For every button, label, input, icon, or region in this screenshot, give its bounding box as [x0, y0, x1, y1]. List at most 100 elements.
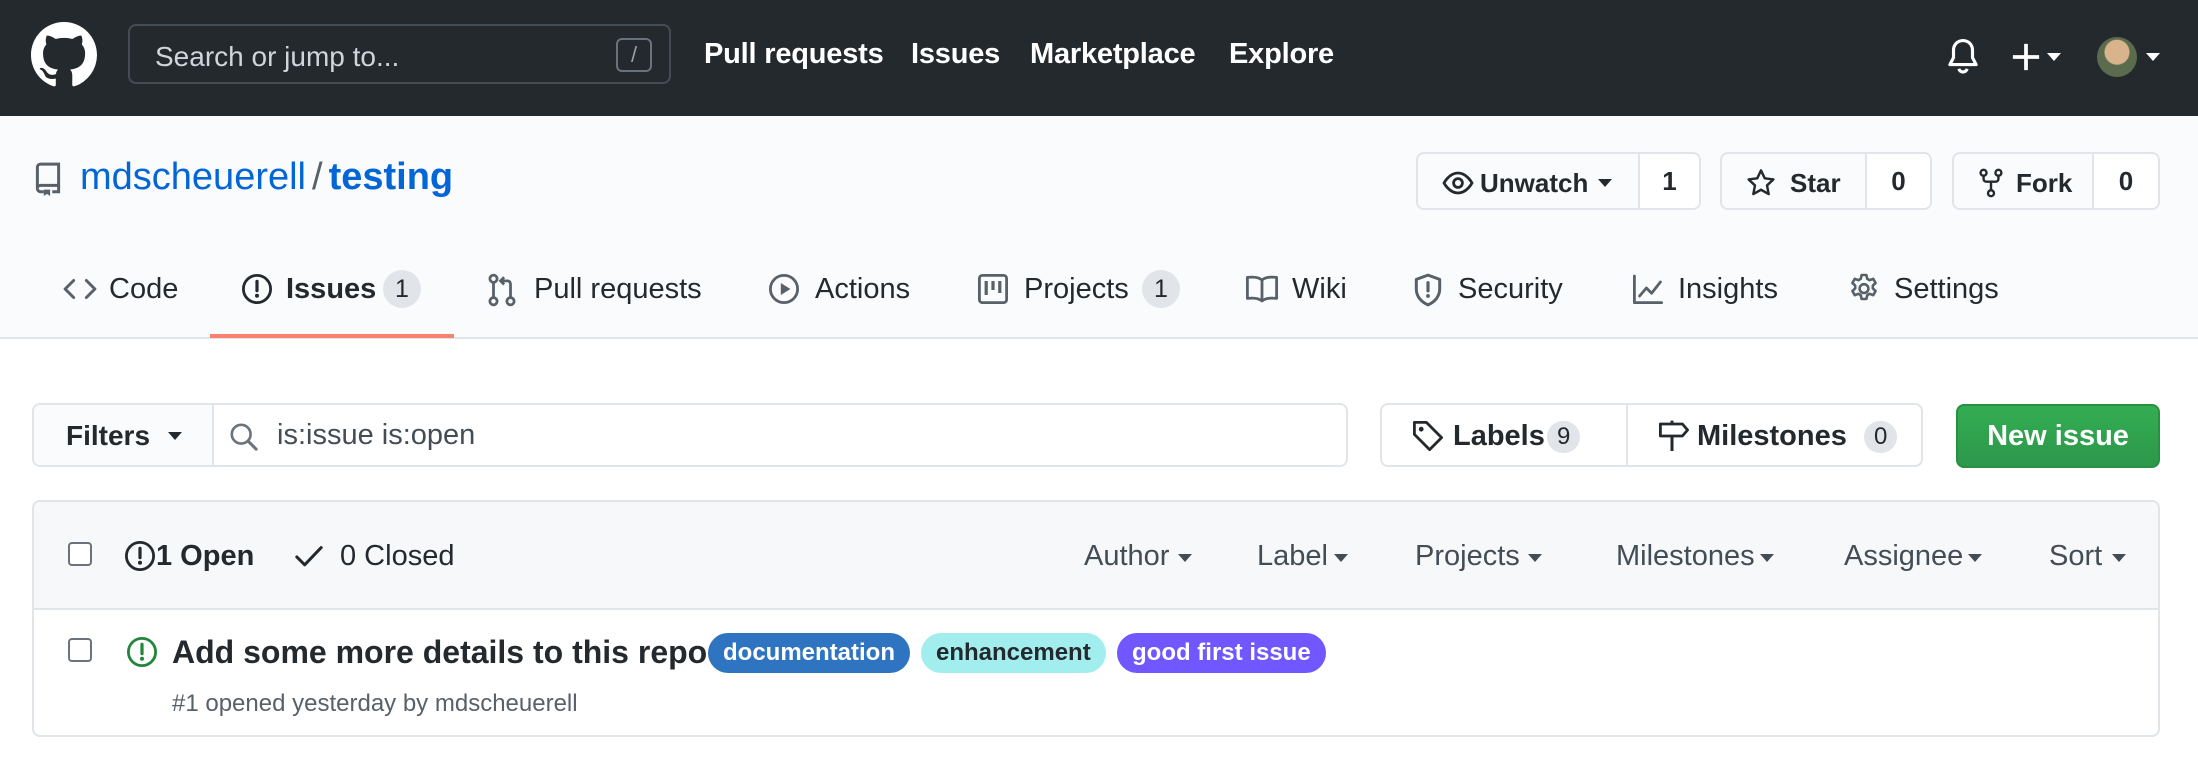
user-avatar[interactable] [2097, 37, 2137, 77]
milestones-chevron-down-icon [1760, 554, 1774, 562]
plus-icon[interactable] [2011, 42, 2041, 72]
milestones-count: 0 [1864, 421, 1898, 453]
tab-label: Actions [815, 273, 911, 305]
repo-forked-icon [1979, 168, 2003, 198]
create-menu-chevron-down-icon[interactable] [2047, 53, 2061, 61]
issue-label[interactable]: documentation [708, 633, 910, 673]
tab-label: Security [1458, 273, 1563, 305]
selected-tab-indicator [210, 334, 454, 338]
global-search-input[interactable]: Search or jump to... / [128, 24, 671, 84]
select-all-checkbox[interactable] [68, 542, 92, 566]
issue-label[interactable]: good first issue [1117, 633, 1326, 673]
menu-label: Milestones [1616, 540, 1755, 572]
github-logo-icon[interactable] [31, 22, 97, 88]
eye-icon [1442, 171, 1474, 195]
project-icon [978, 274, 1009, 305]
projects-chevron-down-icon [1528, 554, 1542, 562]
issues-list-header: 1 Open 0 Closed Author Label Projects Mi… [34, 502, 2158, 610]
stargazers-count[interactable]: 0 [1867, 154, 1930, 208]
tab-counter: 1 [383, 270, 421, 308]
author-filter-menu[interactable]: Author [1084, 540, 1169, 573]
repo-breadcrumb: mdscheuerell / testing [80, 156, 453, 199]
issue-opened-icon [241, 273, 273, 305]
labels-link[interactable]: Labels 9 [1382, 405, 1626, 465]
play-icon [768, 273, 800, 305]
book-icon [1246, 275, 1278, 303]
watch-chevron-down-icon [1598, 179, 1612, 187]
filters-label: Filters [66, 420, 151, 451]
star-icon [1747, 169, 1775, 196]
tab-label: Issues [286, 273, 377, 305]
labels-milestones-group: Labels 9 Milestones 0 [1380, 403, 1923, 467]
star-button[interactable]: Star [1722, 154, 1867, 208]
assignee-chevron-down-icon [1968, 554, 1982, 562]
tab-label: Settings [1894, 273, 1999, 305]
fork-button-group: Fork 0 [1952, 152, 2160, 210]
menu-label: Author [1084, 540, 1170, 572]
issue-opened-icon [124, 540, 156, 572]
git-pull-request-icon [488, 273, 516, 307]
global-header: Search or jump to... / Pull requests Iss… [0, 0, 2198, 116]
issue-label[interactable]: enhancement [921, 633, 1106, 673]
issue-select-checkbox[interactable] [68, 638, 92, 662]
fork-label: Fork [2016, 168, 2073, 198]
watchers-count[interactable]: 1 [1640, 154, 1699, 208]
repo-icon [35, 162, 61, 196]
unwatch-label: Unwatch [1480, 168, 1589, 198]
tab-label: Wiki [1292, 273, 1347, 305]
bell-icon[interactable] [1946, 38, 1980, 76]
projects-filter-menu[interactable]: Projects [1415, 540, 1520, 573]
issue-opened-icon [126, 636, 158, 668]
open-issues-filter[interactable]: 1 Open [156, 540, 254, 573]
gear-icon [1851, 273, 1877, 301]
label-filter-menu[interactable]: Label [1257, 540, 1328, 573]
user-menu-chevron-down-icon[interactable] [2146, 53, 2160, 61]
issue-filter-bar: Filters is:issue is:open [32, 403, 1348, 467]
repo-owner-link[interactable]: mdscheuerell [80, 156, 306, 198]
tab-label: Pull requests [534, 273, 702, 305]
watch-button-group: Unwatch 1 [1416, 152, 1701, 210]
search-placeholder: Search or jump to... [155, 41, 400, 72]
nav-pull-requests[interactable]: Pull requests [704, 38, 884, 71]
nav-explore[interactable]: Explore [1229, 38, 1334, 71]
menu-label: Sort [2049, 540, 2103, 572]
fork-button[interactable]: Fork [1954, 154, 2094, 208]
milestone-icon [1659, 420, 1689, 451]
nav-issues[interactable]: Issues [911, 38, 1000, 71]
menu-label: Assignee [1844, 540, 1964, 572]
sort-menu[interactable]: Sort [2049, 540, 2102, 573]
new-issue-button[interactable]: New issue [1956, 404, 2160, 468]
issue-title-link[interactable]: Add some more details to this repo [172, 634, 707, 671]
milestones-label: Milestones [1697, 420, 1847, 452]
star-button-group: Star 0 [1720, 152, 1932, 210]
menu-label: Projects [1415, 540, 1520, 572]
menu-label: Label [1257, 540, 1328, 572]
shield-icon [1414, 273, 1442, 307]
graph-icon [1633, 274, 1663, 304]
tab-label: Code [109, 273, 179, 305]
issue-search-input[interactable]: is:issue is:open [277, 419, 475, 452]
label-chevron-down-icon [1334, 554, 1348, 562]
author-chevron-down-icon [1178, 554, 1192, 562]
labels-count: 9 [1547, 421, 1581, 453]
labels-label: Labels [1453, 420, 1545, 452]
star-label: Star [1790, 168, 1841, 198]
tag-icon [1413, 421, 1443, 451]
check-icon [295, 546, 323, 567]
search-shortcut-key: / [616, 38, 652, 72]
code-icon [63, 279, 97, 299]
search-icon [230, 423, 258, 451]
unwatch-button[interactable]: Unwatch [1418, 154, 1640, 208]
milestones-filter-menu[interactable]: Milestones [1616, 540, 1755, 573]
tab-label: Insights [1678, 273, 1778, 305]
repo-name-link[interactable]: testing [329, 156, 454, 198]
assignee-filter-menu[interactable]: Assignee [1844, 540, 1963, 573]
filters-chevron-down-icon [168, 432, 182, 440]
nav-marketplace[interactable]: Marketplace [1030, 38, 1196, 71]
forks-count[interactable]: 0 [2094, 154, 2158, 208]
milestones-link[interactable]: Milestones 0 [1628, 405, 1923, 465]
repository-header: mdscheuerell/testing Unwatch 1 Star 0 [0, 116, 2198, 339]
filters-dropdown-button[interactable]: Filters [34, 405, 214, 465]
issues-list: 1 Open 0 Closed Author Label Projects Mi… [32, 500, 2160, 737]
closed-issues-filter[interactable]: 0 Closed [340, 540, 454, 573]
